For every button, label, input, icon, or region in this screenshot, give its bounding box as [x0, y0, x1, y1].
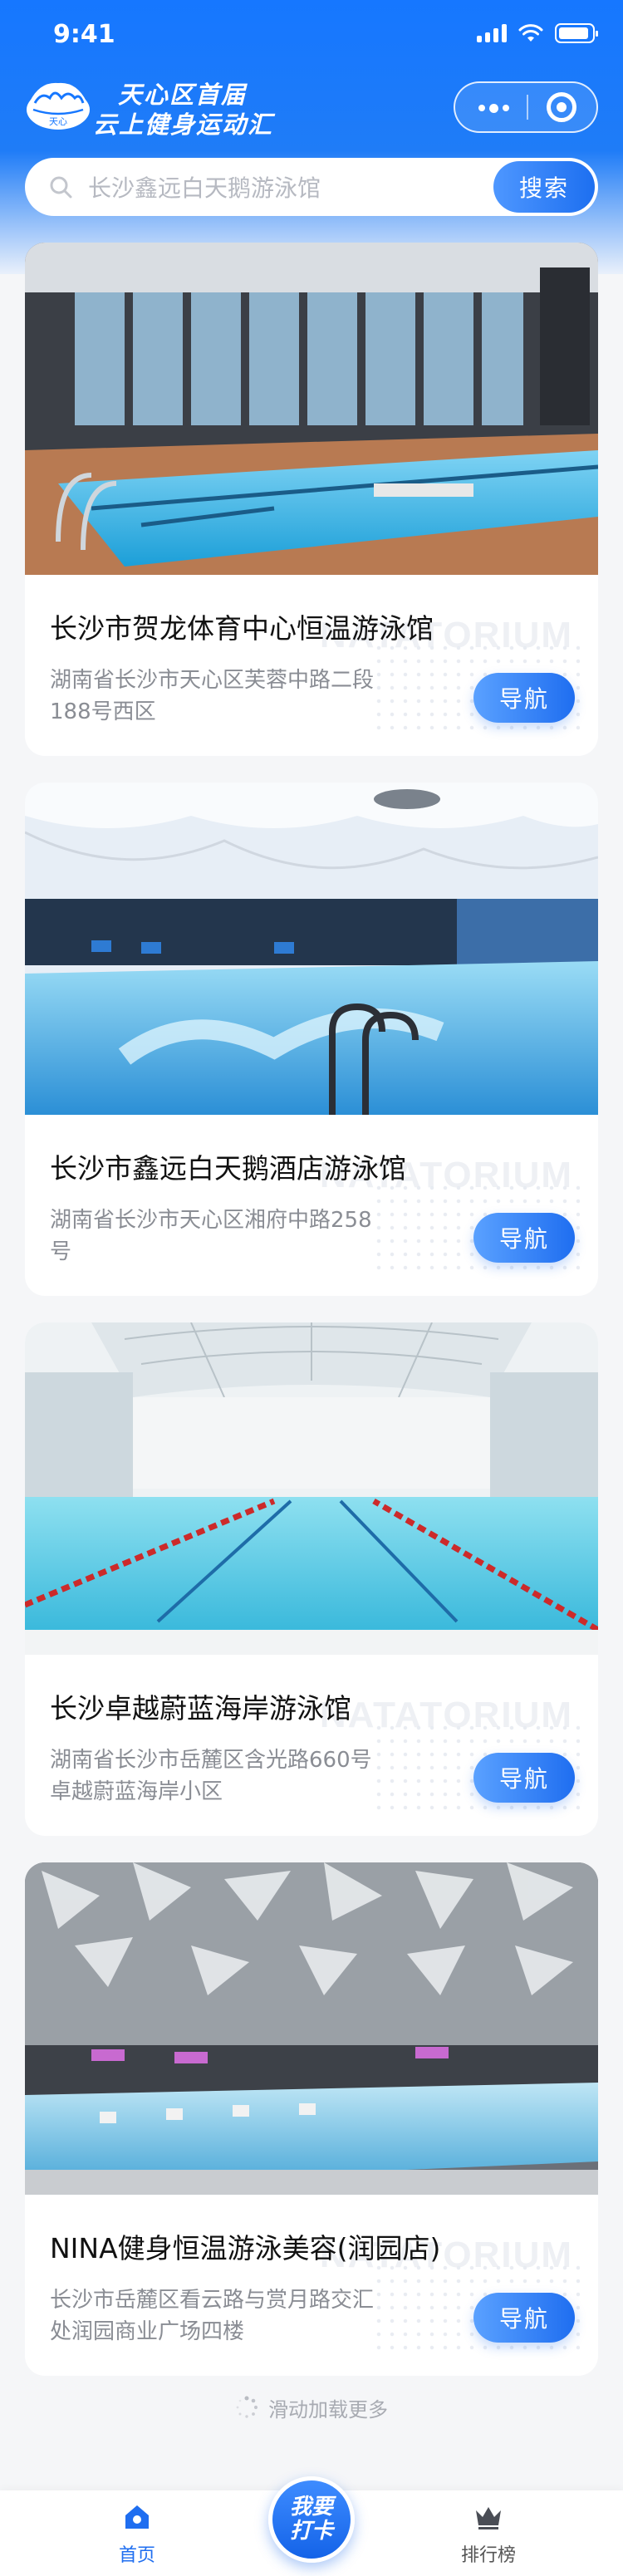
venue-photo	[25, 783, 598, 1115]
navigate-button[interactable]: 导航	[473, 673, 575, 723]
tab-home-label: 首页	[118, 2545, 155, 2566]
search-button[interactable]: 搜索	[493, 161, 595, 213]
event-logo: 天心	[27, 82, 90, 130]
status-icons	[477, 23, 598, 43]
tab-ranking[interactable]: 排行榜	[422, 2490, 555, 2576]
loading-spinner-icon	[236, 2396, 258, 2418]
checkin-line1: 我要	[289, 2495, 333, 2520]
home-icon	[125, 2505, 149, 2529]
load-more-text: 滑动加载更多	[268, 2397, 388, 2421]
more-icon[interactable]	[473, 98, 513, 118]
capsule-divider	[527, 95, 528, 120]
tab-ranking-label: 排行榜	[460, 2545, 516, 2566]
tab-home[interactable]: 首页	[71, 2490, 204, 2576]
app-title: 天心区首届 云上健身运动汇	[93, 80, 273, 140]
venue-address: 湖南省长沙市天心区湘府中路258号	[50, 1208, 372, 1264]
venue-card[interactable]: NATATORIUM 长沙市鑫远白天鹅酒店游泳馆 湖南省长沙市天心区湘府中路25…	[25, 783, 598, 1296]
app-title-line1: 天心区首届	[118, 81, 248, 109]
venue-card[interactable]: NATATORIUM 长沙市贺龙体育中心恒温游泳馆 湖南省长沙市天心区芙蓉中路二…	[25, 243, 598, 756]
search-bar: 搜索	[25, 158, 598, 216]
navigate-button[interactable]: 导航	[473, 1753, 575, 1803]
crown-icon	[476, 2507, 501, 2529]
venue-photo	[25, 1322, 598, 1655]
navigate-button[interactable]: 导航	[473, 1213, 575, 1263]
checkin-line2: 打卡	[289, 2519, 333, 2544]
venue-address: 湖南省长沙市岳麓区含光路660号卓越蔚蓝海岸小区	[50, 1748, 372, 1804]
venue-address: 湖南省长沙市天心区芙蓉中路二段188号西区	[50, 668, 375, 724]
app-title-line2: 云上健身运动汇	[93, 110, 274, 139]
search-input[interactable]	[86, 166, 472, 209]
close-target-icon[interactable]	[547, 92, 576, 122]
venue-address: 长沙市岳麓区看云路与赏月路交汇处润园商业广场四楼	[50, 2288, 375, 2344]
status-bar: 9:41	[0, 0, 623, 73]
venue-name: 长沙卓越蔚蓝海岸游泳馆	[50, 1692, 351, 1725]
status-time: 9:41	[53, 20, 115, 49]
load-more-indicator: 滑动加载更多	[0, 2391, 623, 2424]
checkin-button[interactable]: 我要 打卡	[268, 2476, 355, 2563]
venue-photo	[25, 1862, 598, 2195]
venue-name: 长沙市鑫远白天鹅酒店游泳馆	[50, 1152, 406, 1185]
venue-name: 长沙市贺龙体育中心恒温游泳馆	[50, 612, 434, 645]
venue-card[interactable]: NATATORIUM NINA健身恒温游泳美容(润园店) 长沙市岳麓区看云路与赏…	[25, 1862, 598, 2376]
wifi-icon	[518, 24, 543, 42]
search-icon	[50, 176, 72, 199]
venue-name: NINA健身恒温游泳美容(润园店)	[50, 2232, 441, 2264]
logo-text: 天心	[49, 116, 67, 127]
navigate-button[interactable]: 导航	[473, 2293, 575, 2343]
battery-icon	[555, 23, 598, 43]
mini-program-capsule	[454, 81, 598, 133]
signal-icon	[477, 24, 507, 42]
venue-card[interactable]: NATATORIUM 长沙卓越蔚蓝海岸游泳馆 湖南省长沙市岳麓区含光路660号卓…	[25, 1322, 598, 1836]
venue-photo	[25, 243, 598, 575]
